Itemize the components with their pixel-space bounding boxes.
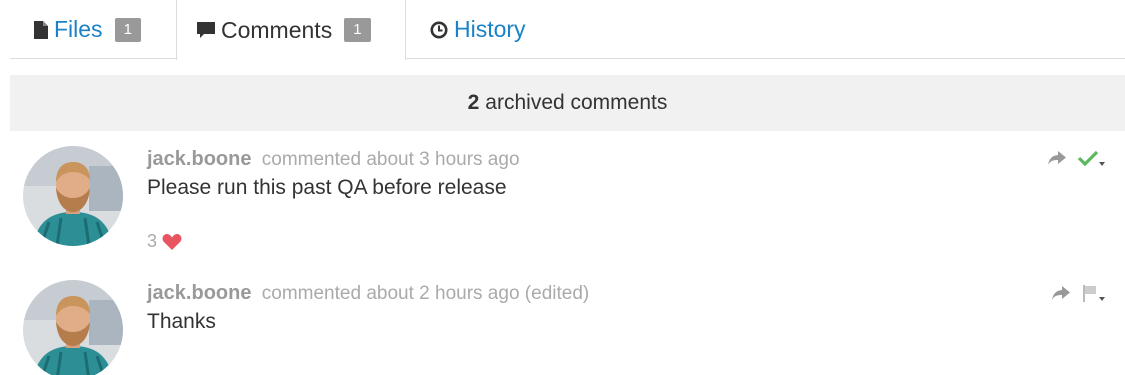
share-arrow-icon[interactable] bbox=[1052, 286, 1070, 300]
avatar[interactable] bbox=[23, 280, 123, 375]
comment-verb: commented bbox=[261, 283, 362, 304]
archived-comments-banner[interactable]: 2 archived comments bbox=[10, 75, 1125, 131]
check-icon[interactable] bbox=[1078, 150, 1105, 166]
comment-meta: jack.boone commented about 2 hours ago (… bbox=[147, 282, 589, 305]
tab-comments[interactable]: Comments 1 bbox=[176, 0, 406, 60]
comment-actions bbox=[1040, 284, 1105, 302]
tab-history-label: History bbox=[454, 16, 526, 42]
clock-icon bbox=[430, 21, 448, 39]
comment-body: Thanks bbox=[147, 310, 216, 333]
tab-history[interactable]: History bbox=[430, 0, 526, 59]
like-count: 3 bbox=[147, 231, 158, 251]
chevron-down-icon bbox=[1099, 297, 1105, 301]
archived-count: 2 bbox=[467, 91, 480, 114]
tab-files[interactable]: Files 1 bbox=[34, 0, 141, 59]
file-icon bbox=[34, 20, 48, 39]
tab-comments-label: Comments bbox=[221, 16, 333, 43]
share-arrow-icon[interactable] bbox=[1048, 151, 1066, 165]
tab-files-label: Files bbox=[54, 16, 103, 42]
comment-meta: jack.boone commented about 3 hours ago bbox=[147, 148, 520, 171]
like-button[interactable]: 3 bbox=[147, 231, 182, 252]
comment-author[interactable]: jack.boone bbox=[147, 282, 251, 304]
comment-author[interactable]: jack.boone bbox=[147, 148, 251, 170]
comment-actions bbox=[1036, 150, 1105, 166]
comments-count-badge: 1 bbox=[344, 18, 371, 42]
archived-label: archived comments bbox=[485, 91, 668, 114]
flag-icon[interactable] bbox=[1082, 284, 1105, 302]
comment-item: jack.boone commented about 2 hours ago (… bbox=[0, 276, 1125, 375]
files-count-badge: 1 bbox=[114, 17, 141, 42]
chevron-down-icon bbox=[1099, 162, 1105, 166]
comment-body: Please run this past QA before release bbox=[147, 176, 507, 199]
tab-bar: Files 1 Comments 1 History bbox=[10, 0, 1125, 60]
comment-edited: (edited) bbox=[524, 283, 590, 304]
comment-time[interactable]: about 3 hours ago bbox=[366, 149, 519, 170]
comment-item: jack.boone commented about 3 hours ago P… bbox=[0, 142, 1125, 262]
comment-icon bbox=[197, 21, 215, 39]
heart-icon bbox=[162, 233, 182, 251]
comment-time[interactable]: about 2 hours ago bbox=[366, 283, 519, 304]
avatar[interactable] bbox=[23, 146, 123, 246]
comment-verb: commented bbox=[261, 149, 362, 170]
